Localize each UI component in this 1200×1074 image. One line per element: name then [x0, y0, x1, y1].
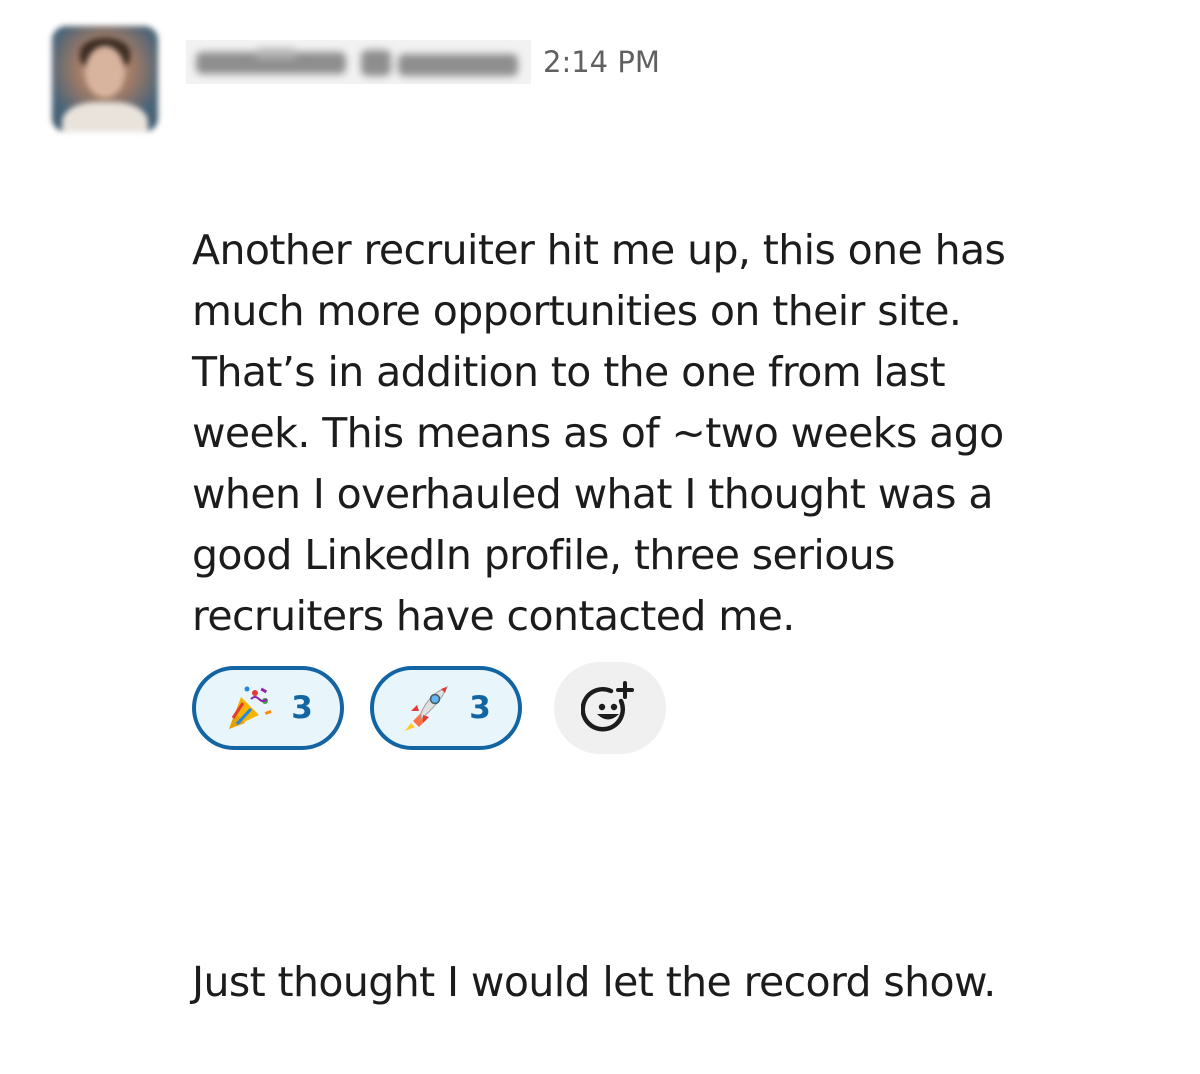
timestamp[interactable]: 2:14 PM: [543, 45, 660, 79]
avatar[interactable]: [52, 26, 158, 132]
reaction-count: 3: [291, 690, 313, 726]
rocket-icon: [405, 686, 449, 731]
message-paragraph: Another recruiter hit me up, this one ha…: [192, 226, 1006, 640]
sender-name-redacted[interactable]: [186, 40, 531, 84]
reaction-count: 3: [469, 690, 491, 726]
message-body: Another recruiter hit me up, this one ha…: [192, 98, 1172, 1074]
add-reaction-button[interactable]: [554, 662, 666, 754]
message-paragraph: Just thought I would let the record show…: [192, 958, 996, 1006]
reaction-rocket[interactable]: 3: [370, 666, 522, 750]
message-header: 2:14 PM: [186, 32, 660, 92]
party-popper-icon: [229, 686, 272, 729]
add-reaction-icon: [581, 681, 634, 732]
reaction-party-popper[interactable]: 3: [192, 666, 344, 750]
reactions-bar: 3 3: [192, 662, 666, 754]
